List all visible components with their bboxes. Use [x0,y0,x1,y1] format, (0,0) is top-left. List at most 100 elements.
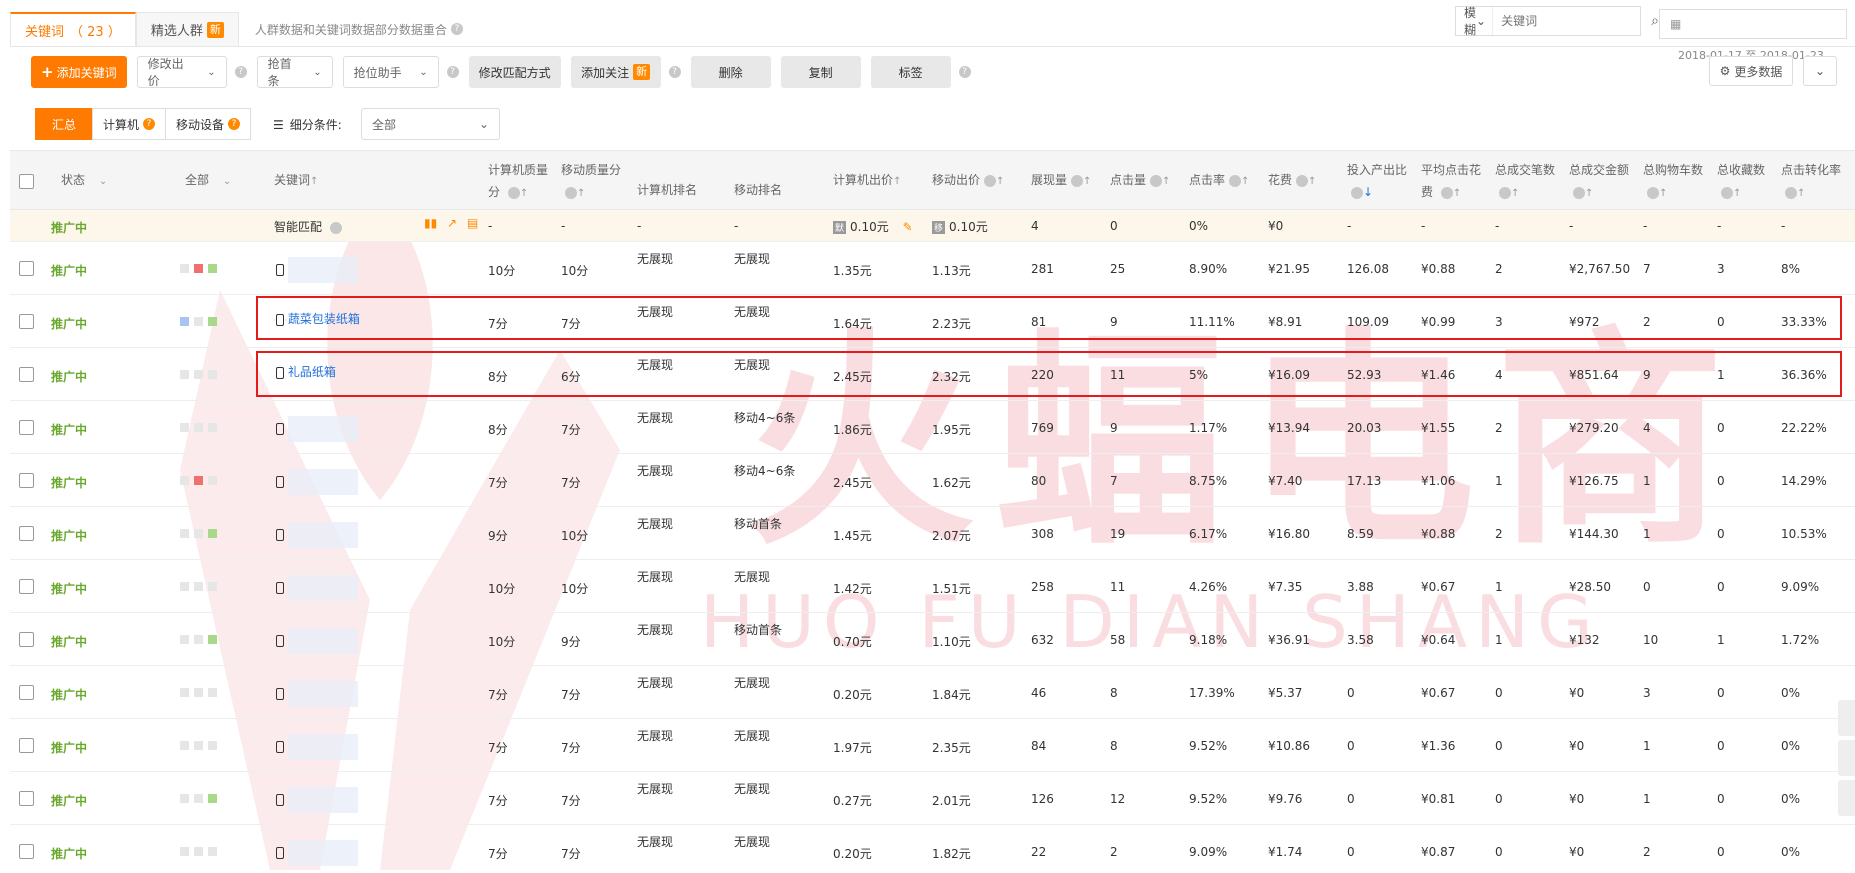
row-checkbox[interactable] [19,738,34,753]
rank-helper-dropdown[interactable]: 抢位助手 ⌄ [342,56,439,88]
cell-cart: 10 [1643,633,1659,647]
row-checkbox[interactable] [19,314,34,329]
cell-mobile-quality: 7分 [561,688,581,702]
th-keyword[interactable]: 关键词↑ [274,169,318,193]
th-roi-label: 投入产出比 [1347,163,1408,177]
th-cart[interactable]: 总购物车数 ↑ [1643,159,1709,205]
user-icon[interactable] [1838,700,1855,736]
mobile-icon [276,847,284,859]
add-keyword-button[interactable]: + 添加关键词 [31,56,127,88]
indicator-dot [208,476,217,485]
status-text: 推广中 [51,221,88,235]
th-roi[interactable]: 投入产出比 ↓ [1347,159,1413,203]
help-icon[interactable]: ? [446,66,459,78]
th-fav[interactable]: 总收藏数 ↑ [1717,159,1777,205]
select-all-checkbox[interactable] [19,174,34,189]
indicator-dot [194,264,203,273]
help-icon[interactable]: ? [228,118,241,130]
status-text: 推广中 [51,635,88,649]
search-mode-select[interactable]: 模糊 ⌄ [1456,6,1494,37]
segment-summary-label: 汇总 [52,117,77,132]
cell-cost: ¥0 [1268,219,1284,233]
tab-keywords-count: （ 23 ） [70,24,121,40]
row-checkbox[interactable] [19,420,34,435]
cell-gmv: ¥279.20 [1569,421,1619,435]
redacted-keyword [287,681,358,707]
row-checkbox[interactable] [19,473,34,488]
delete-button[interactable]: 删除 [690,56,771,88]
search-input[interactable] [1493,7,1652,35]
cell-mobile-bid: 2.07元 [932,529,971,543]
row-checkbox[interactable] [19,632,34,647]
th-impressions[interactable]: 展现量 ↑ [1031,169,1091,193]
segment-mobile[interactable]: 移动设备 ? [165,108,252,140]
cell-impressions: 769 [1031,421,1054,435]
cell-pc-bid[interactable]: 默 0.10元 ✎ [833,218,913,235]
th-orders[interactable]: 总成交笔数 ↑ [1495,159,1561,205]
add-follow-button[interactable]: 添加关注 新 [570,56,661,88]
cell-fav: 3 [1717,262,1725,276]
cell-gmv: ¥28.50 [1569,580,1611,594]
more-data-button[interactable]: ⚙ 更多数据 [1709,56,1793,86]
collapse-button[interactable]: ⌄ [1803,56,1837,86]
help-icon[interactable]: ? [234,66,247,78]
help-icon[interactable]: ? [668,66,681,78]
th-cpc[interactable]: 平均点击花费 ↑ [1421,159,1487,205]
th-all[interactable]: 全部 ⌄ [185,169,231,193]
th-pc-bid[interactable]: 计算机出价↑ [833,169,901,193]
th-pc-rank: 计算机排名 [637,179,697,201]
segment-summary[interactable]: 汇总 [35,108,94,140]
th-gmv[interactable]: 总成交金额 ↑ [1569,159,1641,205]
th-cost-label: 花费 [1268,173,1293,187]
cell-cpc: ¥1.06 [1421,474,1456,488]
pause-icon[interactable]: ▮▮ [424,216,437,230]
th-cost[interactable]: 花费 ↑ [1268,169,1316,193]
help-icon[interactable]: ? [958,66,971,78]
chevron-down-icon: ⌄ [1476,14,1487,28]
help-icon[interactable]: ? [143,118,156,130]
th-pc-quality[interactable]: 计算机质量分 ↑ [488,159,554,205]
segment-pc[interactable]: 计算机 ? [92,108,167,140]
th-ctr[interactable]: 点击率 ↑ [1189,169,1249,193]
row-checkbox[interactable] [19,526,34,541]
cell-impressions: 4 [1031,219,1039,233]
cell-mobile-bid[interactable]: 移 0.10元 [932,218,988,235]
th-mobile-quality[interactable]: 移动质量分 ↑ [561,159,627,205]
date-picker[interactable]: ▦ [1659,9,1847,39]
chart-icon[interactable]: ↗ [447,216,457,230]
copy-button[interactable]: 复制 [780,56,861,88]
modify-match-button[interactable]: 修改匹配方式 [468,56,561,88]
search-icon[interactable]: ⌕ [1651,7,1659,35]
grab-top-dropdown[interactable]: 抢首条 ⌄ [256,56,333,88]
report-icon[interactable]: ▤ [467,216,478,230]
mobile-icon [276,582,284,594]
tab-audience[interactable]: 精选人群 新 [135,12,239,46]
device-indicators [180,688,217,697]
indicator-dot [180,794,189,803]
row-checkbox[interactable] [19,579,34,594]
indicator-dot [208,794,217,803]
th-clicks[interactable]: 点击量 ↑ [1110,169,1170,193]
row-checkbox[interactable] [19,367,34,382]
back-to-top-icon[interactable] [1838,780,1855,816]
cell-cart: 1 [1643,527,1651,541]
th-status[interactable]: 状态 ⌄ [61,169,107,193]
cell-cost: ¥5.37 [1268,686,1303,700]
row-checkbox[interactable] [19,685,34,700]
row-checkbox[interactable] [19,844,34,859]
cell-impressions: 281 [1031,262,1054,276]
edit-icon[interactable]: ✎ [903,220,913,234]
modify-bid-dropdown[interactable]: 修改出价 ⌄ [136,56,227,88]
tag-button[interactable]: 标签 [870,56,951,88]
filter-select[interactable]: 全部 ⌄ [361,108,500,140]
chat-icon[interactable] [1838,740,1855,776]
row-checkbox[interactable] [19,261,34,276]
tab-keywords[interactable]: 关键词 （ 23 ） [10,12,136,46]
th-mobile-bid[interactable]: 移动出价 ↑ [932,169,1004,193]
row-checkbox[interactable] [19,791,34,806]
th-cvr[interactable]: 点击转化率 ↑ [1781,159,1851,205]
copy-label: 复制 [808,65,833,80]
help-icon[interactable]: ? [450,23,463,35]
cell-cart: 1 [1643,792,1651,806]
mobile-icon [276,423,284,435]
